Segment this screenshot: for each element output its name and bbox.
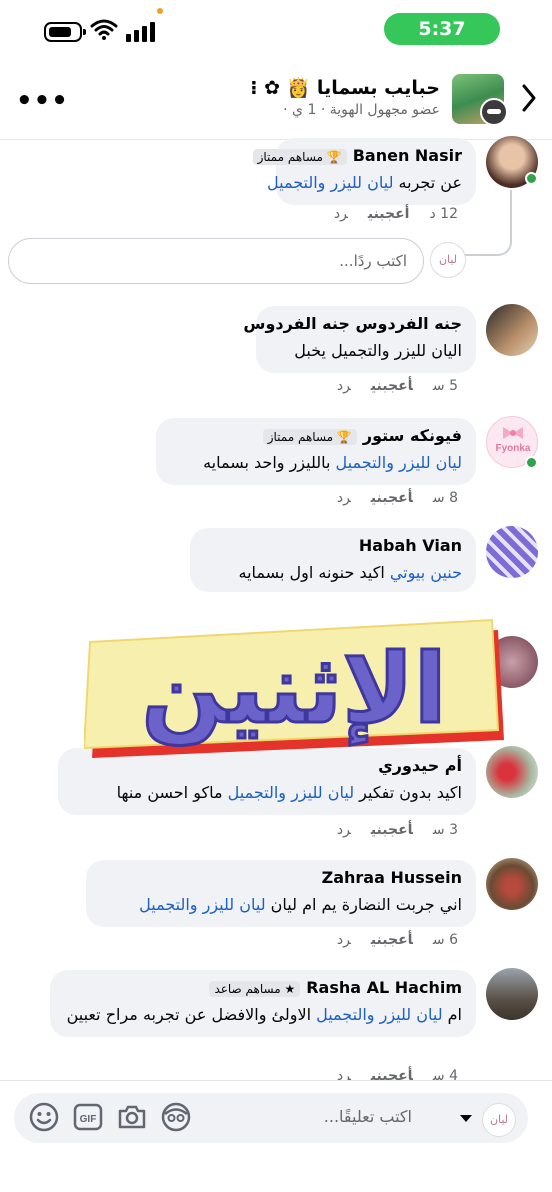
status-bar: 5:37 <box>0 0 552 62</box>
like-button[interactable]: أعجبني <box>371 932 413 948</box>
comment-time: 3 س <box>432 822 458 838</box>
like-button[interactable]: أعجبني <box>371 378 413 394</box>
mention-link[interactable]: ليان لليزر والتجميل <box>267 173 393 192</box>
signal-icon <box>126 22 155 42</box>
avatar[interactable] <box>486 858 538 910</box>
contributor-badge: 🏆 مساهم ممتاز <box>252 149 347 165</box>
comment-text: حنين بيوتي اكيد حنونه اول بسمايه <box>238 563 462 582</box>
avatar[interactable] <box>486 968 538 1020</box>
commenter-name[interactable]: Habah Vian <box>204 536 462 555</box>
reply-button[interactable]: رد <box>337 490 351 506</box>
back-chevron-icon[interactable] <box>520 82 538 114</box>
comment-bubble[interactable]: جنه الفردوس جنه الفردوس اليان لليزر والت… <box>243 306 476 373</box>
reply-button[interactable]: رد <box>337 822 351 838</box>
commenter-name[interactable]: Zahraa Hussein <box>100 868 462 887</box>
commenter-name[interactable]: فيونكه ستور <box>363 426 462 445</box>
camera-icon[interactable] <box>116 1101 148 1133</box>
commenter-name[interactable]: Banen Nasir <box>353 146 462 165</box>
comment-placeholder[interactable]: اكتب تعليقًا... <box>324 1107 412 1126</box>
comment-time: 8 س <box>432 490 458 506</box>
like-button[interactable]: أعجبني <box>371 490 413 506</box>
svg-text:GIF: GIF <box>80 1114 97 1125</box>
reply-input[interactable]: اكتب ردًا... <box>8 238 424 284</box>
group-title[interactable]: حبايب بسمايا 👸 ✿ ⁝ <box>250 76 440 99</box>
mention-link[interactable]: ليان لليزر والتجميل <box>139 895 265 914</box>
battery-icon <box>44 22 86 42</box>
anonymous-member-icon <box>480 98 508 126</box>
comment-text: اكيد بدون تفكير ليان لليزر والتجميل ماكو… <box>116 783 462 802</box>
comment-meta: 5 س أعجبني رد <box>317 378 458 394</box>
comment-meta: 8 س أعجبني رد <box>317 490 458 506</box>
commenter-name[interactable]: جنه الفردوس جنه الفردوس <box>243 314 462 333</box>
comment-bubble[interactable]: Zahraa Hussein اني جربت النضارة يم ام لي… <box>86 860 476 927</box>
privacy-indicator-dot <box>157 8 163 14</box>
comment-text: اليان لليزر والتجميل يخبل <box>294 341 462 360</box>
post-header: ••• حبايب بسمايا 👸 ✿ ⁝ عضو مجهول الهوية … <box>0 62 552 140</box>
online-status-icon <box>525 172 538 185</box>
mention-link[interactable]: ليان لليزر والتجميل <box>228 783 354 802</box>
like-button[interactable]: أعجبني <box>368 206 410 222</box>
like-button[interactable]: أعجبني <box>371 822 413 838</box>
fyonka-logo-text: Fyonka <box>495 443 530 454</box>
comment-bubble[interactable]: Rasha AL Hachim ★ مساهم صاعد ام ليان لليز… <box>50 970 476 1037</box>
comment-meta: 6 س أعجبني رد <box>317 932 458 948</box>
online-status-icon <box>525 456 538 469</box>
post-subtitle: عضو مجهول الهوية · 1 ي · <box>283 102 440 118</box>
comment-time: 6 س <box>432 932 458 948</box>
sticker-text: الإثنين <box>141 633 446 746</box>
commenter-name[interactable]: Rasha AL Hachim <box>306 978 462 997</box>
more-options-icon[interactable]: ••• <box>16 86 69 116</box>
mention-link[interactable]: ليان لليزر والتجميل <box>316 1005 442 1024</box>
monday-sticker: الإثنين <box>84 618 504 758</box>
chevron-down-icon[interactable] <box>460 1115 472 1122</box>
reply-button[interactable]: رد <box>334 206 348 222</box>
status-time: 5:37 <box>384 13 500 45</box>
avatar-sticker-icon[interactable] <box>160 1101 192 1133</box>
reply-avatar: ليان <box>430 242 466 278</box>
reply-button[interactable]: رد <box>337 932 351 948</box>
contributor-badge: ★ مساهم صاعد <box>209 981 301 997</box>
comment-text: ام ليان لليزر والتجميل الاولئ والافضل عن… <box>66 1005 462 1024</box>
comment-composer-bar: اكتب تعليقًا... ليان GIF <box>0 1080 552 1192</box>
current-user-avatar[interactable]: ليان <box>482 1103 516 1137</box>
comment-text: اني جربت النضارة يم ام ليان ليان لليزر و… <box>139 895 462 914</box>
avatar[interactable] <box>486 526 538 578</box>
comment-meta: 3 س أعجبني رد <box>317 822 458 838</box>
comment-time: 5 س <box>432 378 458 394</box>
comment-bubble[interactable]: فيونكه ستور 🏆 مساهم ممتاز ليان لليزر والت… <box>156 418 476 485</box>
wifi-icon <box>90 19 118 40</box>
avatar[interactable] <box>486 304 538 356</box>
contributor-badge: 🏆 مساهم ممتاز <box>262 429 357 445</box>
comment-text: ليان لليزر والتجميل بالليزر واحد بسمايه <box>203 453 462 472</box>
reply-button[interactable]: رد <box>337 378 351 394</box>
gif-icon[interactable]: GIF <box>72 1101 104 1133</box>
emoji-icon[interactable] <box>28 1101 60 1133</box>
comment-bubble[interactable]: Habah Vian حنين بيوتي اكيد حنونه اول بسم… <box>190 528 476 592</box>
mention-link[interactable]: حنين بيوتي <box>390 563 462 582</box>
mention-link[interactable]: ليان لليزر والتجميل <box>336 453 462 472</box>
